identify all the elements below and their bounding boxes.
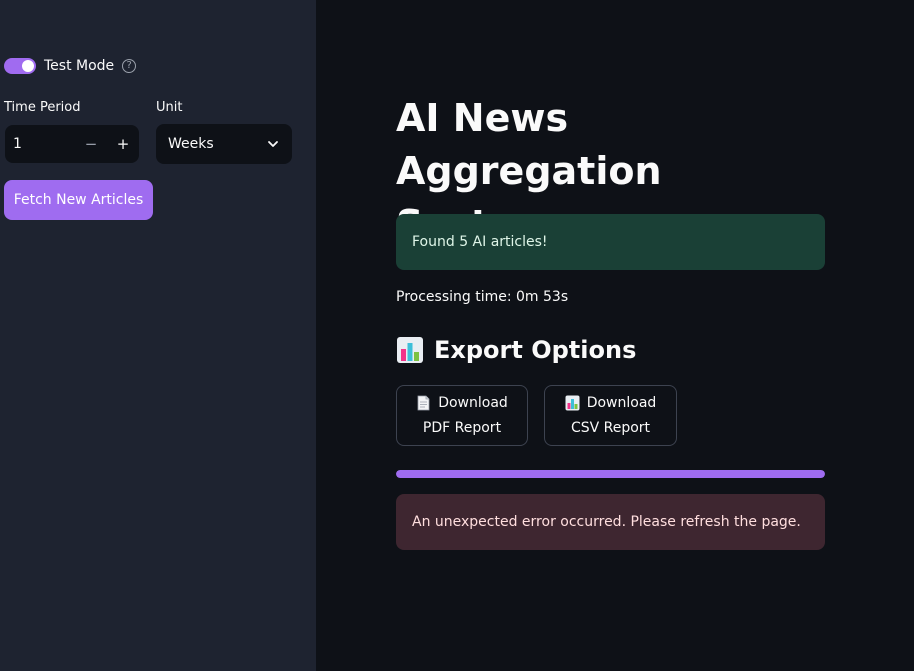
fetch-new-articles-button[interactable]: Fetch New Articles bbox=[4, 180, 153, 220]
download-csv-button[interactable]: Download CSV Report bbox=[544, 385, 677, 446]
progress-fill bbox=[396, 470, 825, 478]
download-pdf-label-1: Download bbox=[438, 394, 508, 411]
unit-selected-value: Weeks bbox=[168, 136, 214, 152]
document-icon bbox=[417, 395, 430, 411]
test-mode-toggle-row[interactable]: Test Mode ? bbox=[4, 58, 137, 74]
success-message: Found 5 AI articles! bbox=[412, 234, 548, 250]
processing-time: Processing time: 0m 53s bbox=[396, 289, 569, 305]
unit-label: Unit bbox=[156, 100, 183, 115]
download-pdf-button[interactable]: Download PDF Report bbox=[396, 385, 528, 446]
time-period-value[interactable]: 1 bbox=[5, 136, 75, 152]
test-mode-label: Test Mode bbox=[44, 58, 115, 74]
error-message: An unexpected error occurred. Please ref… bbox=[412, 514, 801, 530]
error-alert: An unexpected error occurred. Please ref… bbox=[396, 494, 825, 550]
chevron-down-icon bbox=[268, 141, 278, 147]
export-options-heading: Export Options bbox=[396, 336, 636, 364]
success-alert: Found 5 AI articles! bbox=[396, 214, 825, 270]
unit-select[interactable]: Weeks bbox=[156, 124, 292, 164]
bar-chart-icon bbox=[565, 395, 580, 411]
download-csv-line1: Download bbox=[565, 391, 657, 416]
progress-bar bbox=[396, 470, 825, 478]
decrement-button[interactable]: − bbox=[75, 125, 107, 163]
toggle-knob bbox=[22, 60, 34, 72]
download-csv-label-1: Download bbox=[586, 394, 657, 411]
sidebar: Test Mode ? Time Period Unit 1 − + Weeks… bbox=[0, 0, 316, 671]
time-period-label: Time Period bbox=[4, 100, 81, 115]
increment-button[interactable]: + bbox=[107, 125, 139, 163]
download-pdf-label-2: PDF Report bbox=[422, 419, 502, 436]
bar-chart-icon bbox=[397, 337, 423, 363]
app-root: Test Mode ? Time Period Unit 1 − + Weeks… bbox=[0, 0, 914, 671]
download-csv-label-2: CSV Report bbox=[570, 419, 651, 436]
time-period-input[interactable]: 1 − + bbox=[5, 125, 139, 163]
download-pdf-line1: Download bbox=[416, 391, 508, 416]
export-options-text: Export Options bbox=[434, 336, 637, 364]
test-mode-toggle[interactable] bbox=[4, 58, 36, 74]
help-icon[interactable]: ? bbox=[122, 59, 137, 73]
